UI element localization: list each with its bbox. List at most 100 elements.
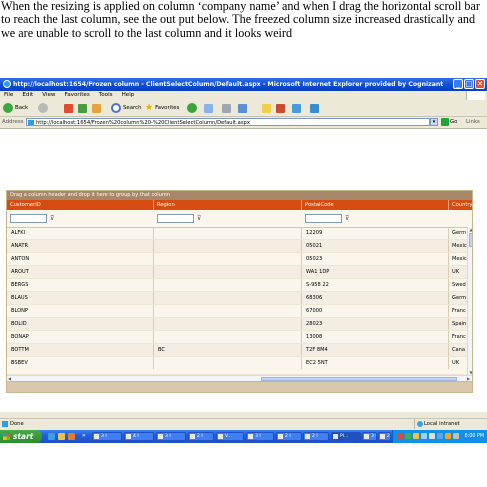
filter-input-postalcode[interactable] <box>305 214 342 223</box>
table-row[interactable]: BOTTM BC T2F 8M4 Cana <box>7 344 467 357</box>
taskbar-item[interactable]: V... <box>216 432 244 441</box>
cell-country: Germ <box>452 230 467 236</box>
window-titlebar[interactable]: http://localhost:1654/Frozen column - Cl… <box>0 78 487 91</box>
table-row[interactable]: BSBEV EC2 5NT UK <box>7 357 467 375</box>
table-row[interactable]: BERGS S-958 22 Swed <box>7 279 467 292</box>
taskbar-item[interactable]: 4 I <box>124 432 154 441</box>
back-button[interactable]: Back <box>3 102 28 114</box>
go-button[interactable]: Go <box>441 118 457 126</box>
address-dropdown-icon[interactable]: ▾ <box>430 118 438 126</box>
cell-postalcode: 05023 <box>302 253 449 265</box>
back-arrow-icon <box>3 103 13 113</box>
star-icon: ★ <box>145 103 154 113</box>
windows-logo <box>466 91 485 100</box>
tray-icon[interactable] <box>413 433 419 439</box>
table-row[interactable]: ANTON 05023 Mexic <box>7 253 467 266</box>
print-button[interactable] <box>222 102 231 114</box>
header-postalcode[interactable]: PostalCode <box>302 200 449 210</box>
quicklaunch-more-icon[interactable]: » <box>82 432 86 439</box>
table-row[interactable]: BLAUS 68306 Germ <box>7 292 467 305</box>
tray-icon[interactable] <box>437 433 443 439</box>
discuss-button[interactable] <box>262 102 271 114</box>
folder-icon <box>262 103 271 113</box>
cell-region <box>154 279 302 291</box>
taskbar-item[interactable]: Pl... <box>331 432 361 441</box>
close-button[interactable]: ✕ <box>475 79 485 89</box>
table-row[interactable]: ANATR 05021 Mexic <box>7 240 467 253</box>
favorites-button[interactable]: ★ Favorites <box>145 102 179 114</box>
links-button[interactable]: Links <box>466 117 480 128</box>
edit-button[interactable] <box>238 102 247 114</box>
table-row[interactable]: AROUT WA1 1DP UK <box>7 266 467 279</box>
taskbar-item[interactable]: 3 I <box>246 432 274 441</box>
mail-button[interactable] <box>204 102 213 114</box>
minimize-button[interactable]: _ <box>453 79 463 89</box>
menu-view[interactable]: View <box>42 92 55 98</box>
clock[interactable]: 8:00 PM <box>465 430 484 443</box>
quicklaunch-app-icon[interactable] <box>68 433 75 440</box>
taskbar-item[interactable]: 2 I <box>303 432 329 441</box>
stop-button[interactable] <box>64 102 73 114</box>
table-row[interactable]: BLONP 67000 Franc <box>7 305 467 318</box>
messenger-button[interactable] <box>292 102 301 114</box>
cell-postalcode: S-958 22 <box>302 279 449 291</box>
filter-input-customerid[interactable] <box>10 214 47 223</box>
search-button[interactable]: Search <box>111 102 142 114</box>
table-row[interactable]: BONAP 13008 Franc <box>7 331 467 344</box>
menu-favorites[interactable]: Favorites <box>65 92 90 98</box>
filter-input-region[interactable] <box>157 214 194 223</box>
vertical-scroll-thumb[interactable] <box>469 233 472 247</box>
cell-region <box>154 331 302 343</box>
refresh-icon <box>78 103 87 113</box>
tray-icon[interactable] <box>421 433 427 439</box>
rad-grid: Drag a column header and drop it here to… <box>6 190 473 393</box>
refresh-button[interactable] <box>78 102 87 114</box>
taskbar-item[interactable]: 3 I <box>362 432 377 441</box>
address-input[interactable]: http://localhost:1654/Frozen%20column%20… <box>26 118 430 126</box>
maximize-button[interactable]: □ <box>464 79 474 89</box>
cell-postalcode: T2F 8M4 <box>302 344 449 356</box>
address-bar: Address http://localhost:1654/Frozen%20c… <box>0 117 487 129</box>
cell-customerid: ANTON <box>7 253 154 265</box>
taskbar-item[interactable]: 2 I <box>188 432 214 441</box>
taskbar-item[interactable]: 3 I <box>92 432 122 441</box>
menu-help[interactable]: Help <box>122 92 135 98</box>
filter-icon[interactable]: ⊽ <box>345 215 349 222</box>
header-country[interactable]: Country <box>449 200 472 210</box>
grid-footer <box>7 381 472 392</box>
header-customerid[interactable]: CustomerID <box>7 200 154 210</box>
menu-tools[interactable]: Tools <box>99 92 113 98</box>
header-region[interactable]: Region <box>154 200 302 210</box>
filter-icon[interactable]: ⊽ <box>50 215 54 222</box>
research-button[interactable] <box>276 102 285 114</box>
taskbar-item[interactable]: 2 I <box>276 432 302 441</box>
history-button[interactable] <box>187 102 197 114</box>
tray-icon[interactable] <box>397 433 403 439</box>
tray-icon[interactable] <box>445 433 451 439</box>
cell-postalcode: 13008 <box>302 331 449 343</box>
forward-button[interactable] <box>38 102 48 114</box>
table-row[interactable]: BOLID 28023 Spain <box>7 318 467 331</box>
group-panel[interactable]: Drag a column header and drop it here to… <box>7 191 472 200</box>
scroll-up-icon[interactable]: ▲ <box>468 227 472 232</box>
cell-country: UK <box>452 269 460 275</box>
tray-icon[interactable] <box>429 433 435 439</box>
cell-customerid: ALFKI <box>7 227 154 239</box>
cell-region <box>154 292 302 304</box>
address-label: Address <box>2 119 24 125</box>
filter-icon[interactable]: ⊽ <box>197 215 201 222</box>
table-row[interactable]: ALFKI 12209 Germ <box>7 227 467 240</box>
quicklaunch-folder-icon[interactable] <box>58 433 65 440</box>
start-button[interactable]: start <box>0 430 42 443</box>
quicklaunch-ie-icon[interactable] <box>48 433 55 440</box>
vertical-scrollbar[interactable]: ▲ ▼ <box>467 227 472 375</box>
home-button[interactable] <box>92 102 101 114</box>
taskbar-item[interactable]: 2 I <box>378 432 391 441</box>
taskbar-item[interactable]: 3 I <box>156 432 186 441</box>
tray-icon[interactable] <box>453 433 459 439</box>
menu-edit[interactable]: Edit <box>22 92 33 98</box>
tray-icon[interactable] <box>405 433 411 439</box>
menu-file[interactable]: File <box>4 92 13 98</box>
task-icon <box>218 434 223 439</box>
tool-button[interactable] <box>310 102 319 114</box>
